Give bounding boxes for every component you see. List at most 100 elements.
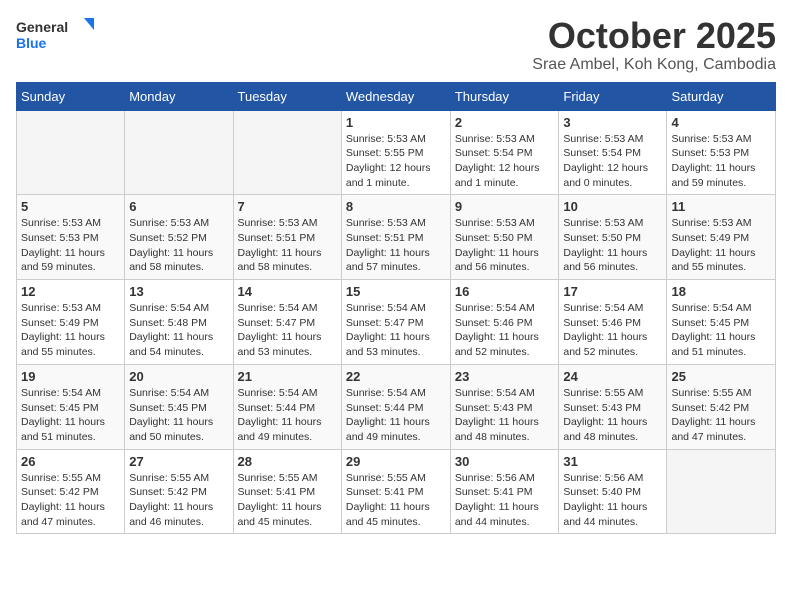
svg-text:Blue: Blue [16, 35, 47, 51]
calendar-cell: 26 Sunrise: 5:55 AMSunset: 5:42 PMDayligh… [17, 449, 125, 534]
calendar-cell: 14 Sunrise: 5:54 AMSunset: 5:47 PMDayligh… [233, 280, 341, 365]
weekday-header-saturday: Saturday [667, 82, 776, 110]
calendar-cell: 12 Sunrise: 5:53 AMSunset: 5:49 PMDayligh… [17, 280, 125, 365]
calendar-cell: 31 Sunrise: 5:56 AMSunset: 5:40 PMDayligh… [559, 449, 667, 534]
day-info: Sunrise: 5:55 AMSunset: 5:42 PMDaylight:… [129, 471, 228, 530]
day-number: 28 [238, 454, 337, 469]
day-info: Sunrise: 5:54 AMSunset: 5:44 PMDaylight:… [238, 386, 337, 445]
day-number: 26 [21, 454, 120, 469]
day-info: Sunrise: 5:54 AMSunset: 5:46 PMDaylight:… [563, 301, 662, 360]
day-number: 9 [455, 199, 555, 214]
weekday-header-row: SundayMondayTuesdayWednesdayThursdayFrid… [17, 82, 776, 110]
week-row-2: 5 Sunrise: 5:53 AMSunset: 5:53 PMDaylight… [17, 195, 776, 280]
day-info: Sunrise: 5:54 AMSunset: 5:47 PMDaylight:… [346, 301, 446, 360]
day-info: Sunrise: 5:53 AMSunset: 5:50 PMDaylight:… [563, 216, 662, 275]
day-info: Sunrise: 5:54 AMSunset: 5:46 PMDaylight:… [455, 301, 555, 360]
day-number: 30 [455, 454, 555, 469]
weekday-header-tuesday: Tuesday [233, 82, 341, 110]
day-number: 24 [563, 369, 662, 384]
day-number: 31 [563, 454, 662, 469]
calendar-cell: 19 Sunrise: 5:54 AMSunset: 5:45 PMDayligh… [17, 364, 125, 449]
day-info: Sunrise: 5:55 AMSunset: 5:42 PMDaylight:… [671, 386, 771, 445]
calendar-cell: 9Sunrise: 5:53 AMSunset: 5:50 PMDaylight… [450, 195, 559, 280]
calendar-cell [17, 110, 125, 195]
day-number: 8 [346, 199, 446, 214]
day-info: Sunrise: 5:56 AMSunset: 5:40 PMDaylight:… [563, 471, 662, 530]
calendar-cell: 7 Sunrise: 5:53 AMSunset: 5:51 PMDaylight… [233, 195, 341, 280]
day-number: 18 [671, 284, 771, 299]
week-row-5: 26 Sunrise: 5:55 AMSunset: 5:42 PMDayligh… [17, 449, 776, 534]
week-row-3: 12 Sunrise: 5:53 AMSunset: 5:49 PMDayligh… [17, 280, 776, 365]
calendar-cell: 16 Sunrise: 5:54 AMSunset: 5:46 PMDayligh… [450, 280, 559, 365]
calendar-cell: 11 Sunrise: 5:53 AMSunset: 5:49 PMDayligh… [667, 195, 776, 280]
calendar-cell: 5 Sunrise: 5:53 AMSunset: 5:53 PMDaylight… [17, 195, 125, 280]
day-info: Sunrise: 5:53 AMSunset: 5:52 PMDaylight:… [129, 216, 228, 275]
calendar-cell: 23 Sunrise: 5:54 AMSunset: 5:43 PMDayligh… [450, 364, 559, 449]
day-info: Sunrise: 5:53 AMSunset: 5:55 PMDaylight:… [346, 132, 446, 191]
day-info: Sunrise: 5:54 AMSunset: 5:43 PMDaylight:… [455, 386, 555, 445]
calendar-cell: 6 Sunrise: 5:53 AMSunset: 5:52 PMDaylight… [125, 195, 233, 280]
logo-svg: General Blue [16, 16, 96, 56]
calendar-cell: 18 Sunrise: 5:54 AMSunset: 5:45 PMDayligh… [667, 280, 776, 365]
day-number: 4 [671, 115, 771, 130]
day-number: 16 [455, 284, 555, 299]
day-number: 6 [129, 199, 228, 214]
calendar-cell: 17 Sunrise: 5:54 AMSunset: 5:46 PMDayligh… [559, 280, 667, 365]
weekday-header-sunday: Sunday [17, 82, 125, 110]
calendar-table: SundayMondayTuesdayWednesdayThursdayFrid… [16, 82, 776, 535]
calendar-subtitle: Srae Ambel, Koh Kong, Cambodia [532, 56, 776, 74]
day-number: 12 [21, 284, 120, 299]
day-number: 27 [129, 454, 228, 469]
day-info: Sunrise: 5:55 AMSunset: 5:41 PMDaylight:… [346, 471, 446, 530]
day-number: 17 [563, 284, 662, 299]
day-info: Sunrise: 5:56 AMSunset: 5:41 PMDaylight:… [455, 471, 555, 530]
day-number: 13 [129, 284, 228, 299]
day-info: Sunrise: 5:53 AMSunset: 5:54 PMDaylight:… [455, 132, 555, 191]
day-number: 20 [129, 369, 228, 384]
calendar-cell: 10 Sunrise: 5:53 AMSunset: 5:50 PMDayligh… [559, 195, 667, 280]
weekday-header-monday: Monday [125, 82, 233, 110]
day-number: 29 [346, 454, 446, 469]
calendar-cell [125, 110, 233, 195]
day-info: Sunrise: 5:55 AMSunset: 5:41 PMDaylight:… [238, 471, 337, 530]
day-number: 7 [238, 199, 337, 214]
day-info: Sunrise: 5:53 AMSunset: 5:54 PMDaylight:… [563, 132, 662, 191]
calendar-cell: 15Sunrise: 5:54 AMSunset: 5:47 PMDayligh… [341, 280, 450, 365]
day-info: Sunrise: 5:54 AMSunset: 5:45 PMDaylight:… [21, 386, 120, 445]
calendar-title: October 2025 [532, 16, 776, 56]
day-number: 19 [21, 369, 120, 384]
calendar-cell: 2 Sunrise: 5:53 AMSunset: 5:54 PMDaylight… [450, 110, 559, 195]
day-info: Sunrise: 5:53 AMSunset: 5:49 PMDaylight:… [671, 216, 771, 275]
day-number: 23 [455, 369, 555, 384]
day-info: Sunrise: 5:53 AMSunset: 5:53 PMDaylight:… [671, 132, 771, 191]
day-info: Sunrise: 5:53 AMSunset: 5:53 PMDaylight:… [21, 216, 120, 275]
page-header: General Blue October 2025 Srae Ambel, Ko… [16, 16, 776, 74]
day-number: 2 [455, 115, 555, 130]
day-info: Sunrise: 5:53 AMSunset: 5:49 PMDaylight:… [21, 301, 120, 360]
week-row-4: 19 Sunrise: 5:54 AMSunset: 5:45 PMDayligh… [17, 364, 776, 449]
calendar-cell: 13Sunrise: 5:54 AMSunset: 5:48 PMDayligh… [125, 280, 233, 365]
calendar-cell: 27 Sunrise: 5:55 AMSunset: 5:42 PMDayligh… [125, 449, 233, 534]
day-number: 22 [346, 369, 446, 384]
day-info: Sunrise: 5:54 AMSunset: 5:44 PMDaylight:… [346, 386, 446, 445]
day-info: Sunrise: 5:53 AMSunset: 5:51 PMDaylight:… [238, 216, 337, 275]
day-info: Sunrise: 5:55 AMSunset: 5:42 PMDaylight:… [21, 471, 120, 530]
day-number: 11 [671, 199, 771, 214]
calendar-cell [233, 110, 341, 195]
day-number: 5 [21, 199, 120, 214]
calendar-cell [667, 449, 776, 534]
day-info: Sunrise: 5:54 AMSunset: 5:45 PMDaylight:… [129, 386, 228, 445]
calendar-cell: 8Sunrise: 5:53 AMSunset: 5:51 PMDaylight… [341, 195, 450, 280]
calendar-cell: 30 Sunrise: 5:56 AMSunset: 5:41 PMDayligh… [450, 449, 559, 534]
logo: General Blue [16, 16, 96, 56]
day-number: 1 [346, 115, 446, 130]
calendar-cell: 21Sunrise: 5:54 AMSunset: 5:44 PMDayligh… [233, 364, 341, 449]
week-row-1: 1 Sunrise: 5:53 AMSunset: 5:55 PMDaylight… [17, 110, 776, 195]
calendar-cell: 1 Sunrise: 5:53 AMSunset: 5:55 PMDaylight… [341, 110, 450, 195]
day-number: 3 [563, 115, 662, 130]
day-info: Sunrise: 5:54 AMSunset: 5:45 PMDaylight:… [671, 301, 771, 360]
day-info: Sunrise: 5:54 AMSunset: 5:47 PMDaylight:… [238, 301, 337, 360]
svg-text:General: General [16, 19, 68, 35]
day-number: 14 [238, 284, 337, 299]
day-number: 10 [563, 199, 662, 214]
